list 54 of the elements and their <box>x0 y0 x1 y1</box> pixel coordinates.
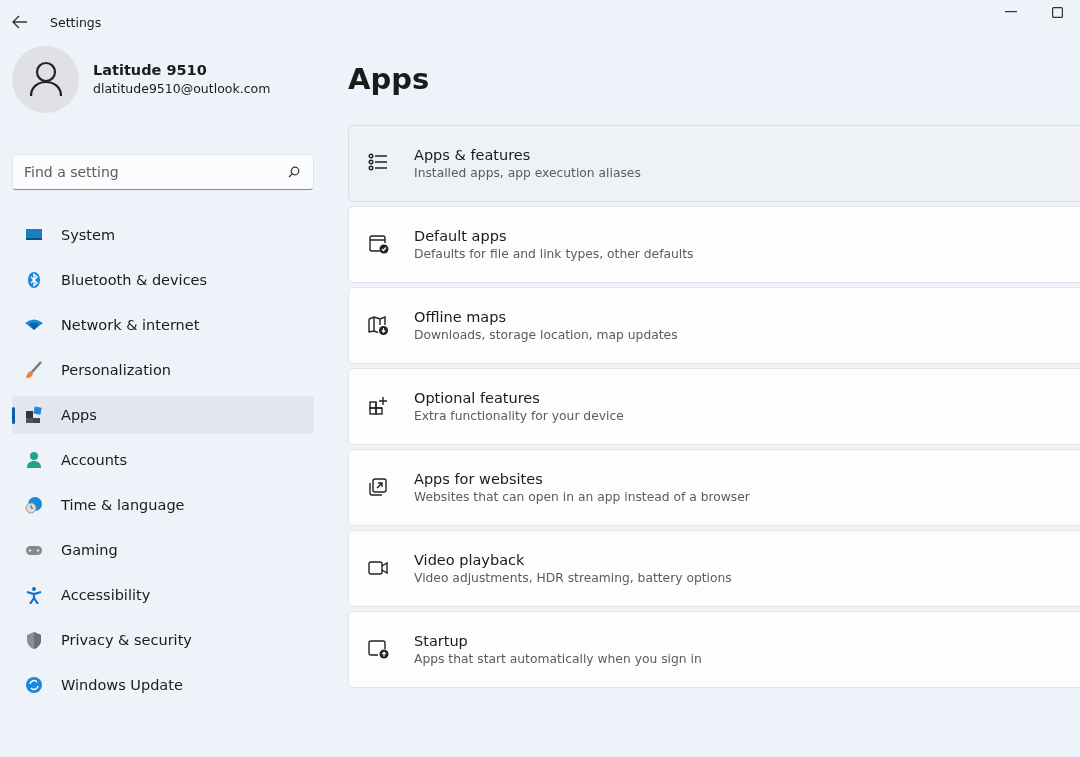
card-description: Apps that start automatically when you sign in <box>414 652 702 666</box>
card-title: Apps & features <box>414 147 532 163</box>
nav-item[interactable]: Time & language <box>12 486 314 524</box>
nav-item[interactable]: Accounts <box>12 441 314 479</box>
card-title: Offline maps <box>414 309 507 325</box>
settings-card[interactable]: Offline maps Downloads, storage location, map updates <box>348 287 1080 364</box>
card-title: Optional features <box>414 390 541 406</box>
bluetooth-icon <box>25 271 43 289</box>
grid-plus-icon <box>368 396 389 417</box>
maximize-icon <box>1051 6 1063 18</box>
person-icon <box>25 451 43 469</box>
settings-card[interactable]: Apps & features Installed apps, app execution aliases <box>348 125 1080 202</box>
card-description: Video adjustments, HDR streaming, battery options <box>414 571 732 585</box>
settings-card[interactable]: Startup Apps that start automatically when you sign in <box>348 611 1080 688</box>
settings-card[interactable]: Video playback Video adjustments, HDR streaming, battery options <box>348 530 1080 607</box>
search-icon <box>288 166 300 178</box>
nav-item[interactable]: System <box>12 216 314 254</box>
card-title: Apps for websites <box>414 471 544 487</box>
window-arrow-icon <box>368 639 389 660</box>
accessibility-icon <box>25 586 43 604</box>
page-title: Apps <box>348 61 431 98</box>
card-title: Startup <box>414 633 469 649</box>
nav-item[interactable]: Windows Update <box>12 666 314 704</box>
settings-card[interactable]: Optional features Extra functionality for your device <box>348 368 1080 445</box>
brush-icon <box>25 361 43 379</box>
minimize-icon <box>1005 11 1017 13</box>
window-title: Settings <box>50 14 102 30</box>
card-title: Default apps <box>414 228 508 244</box>
nav-item[interactable]: Accessibility <box>12 576 314 614</box>
globe-clock-icon <box>25 496 43 514</box>
nav-item[interactable]: Apps <box>12 396 314 434</box>
settings-card[interactable]: Default apps Defaults for file and link types, other defaults <box>348 206 1080 283</box>
card-description: Defaults for file and link types, other defaults <box>414 247 694 261</box>
card-description: Extra functionality for your device <box>414 409 624 423</box>
apps-icon <box>25 406 43 424</box>
card-description: Websites that can open in an app instead of a browser <box>414 490 750 504</box>
open-in-app-icon <box>368 477 389 498</box>
card-description: Installed apps, app execution aliases <box>414 166 641 180</box>
shield-icon <box>25 631 43 649</box>
card-title: Video playback <box>414 552 526 568</box>
account-email: dlatitude9510@outlook.com <box>93 81 271 96</box>
window-check-icon <box>368 234 389 255</box>
settings-card[interactable]: Apps for websites Websites that can open in an app instead of a browser <box>348 449 1080 526</box>
nav-item[interactable]: Personalization <box>12 351 314 389</box>
refresh-icon <box>25 676 43 694</box>
search-field[interactable]: Find a setting <box>12 154 314 190</box>
card-description: Downloads, storage location, map updates <box>414 328 678 342</box>
nav-item[interactable]: Gaming <box>12 531 314 569</box>
map-download-icon <box>368 315 389 336</box>
nav-item[interactable]: Privacy & security <box>12 621 314 659</box>
back-arrow-icon <box>12 15 28 29</box>
account-name: Latitude 9510 <box>93 62 208 78</box>
nav-item[interactable]: Network & internet <box>12 306 314 344</box>
nav-item[interactable]: Bluetooth & devices <box>12 261 314 299</box>
